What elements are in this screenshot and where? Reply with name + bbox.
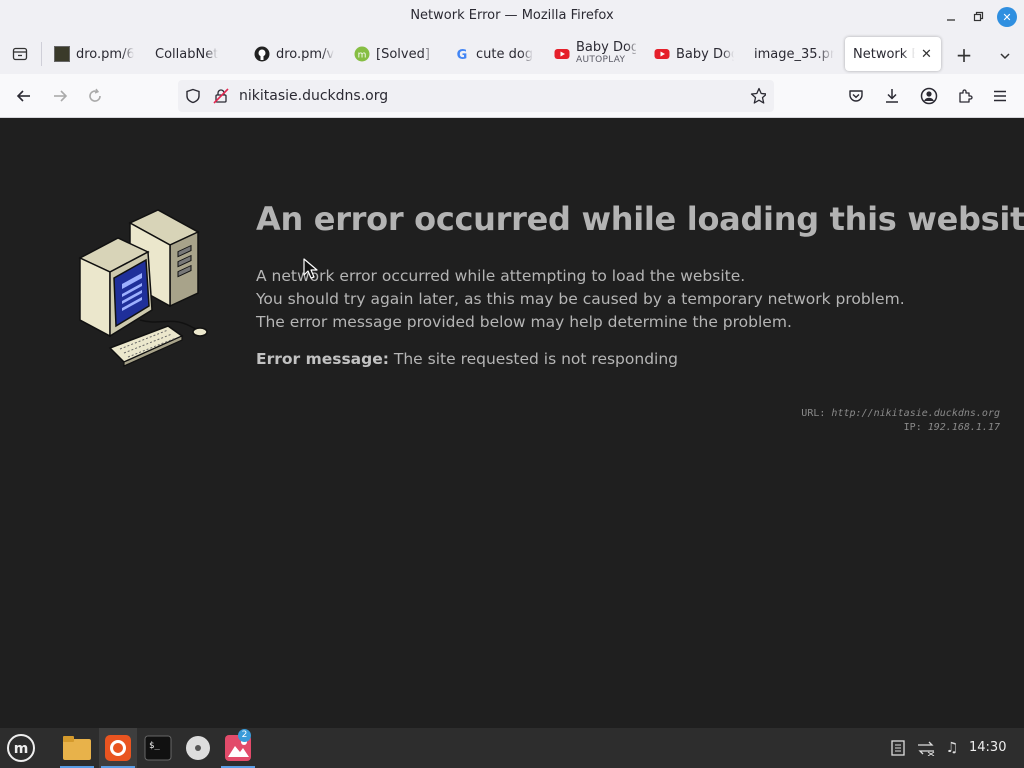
- google-favicon-icon: G: [454, 46, 470, 62]
- meta-ip-label: IP:: [903, 422, 922, 433]
- image-viewer-app-button[interactable]: 2: [219, 728, 257, 768]
- window-title: Network Error — Mozilla Firefox: [410, 8, 614, 23]
- svg-text:$_: $_: [149, 741, 160, 751]
- forward-arrow-icon[interactable]: [49, 85, 71, 107]
- extensions-icon[interactable]: [954, 85, 976, 107]
- page-content: An error occurred while loading this web…: [0, 118, 1024, 728]
- url-bar[interactable]: nikitasie.duckdns.org: [178, 80, 774, 112]
- files-app-button[interactable]: [58, 728, 96, 768]
- svg-text:G: G: [457, 48, 468, 62]
- svg-text:m: m: [358, 51, 367, 61]
- back-arrow-icon[interactable]: [13, 85, 35, 107]
- youtube-favicon-icon: [554, 46, 570, 62]
- notification-badge: 2: [238, 729, 251, 742]
- error-message-text: The site requested is not responding: [393, 350, 679, 368]
- url-text[interactable]: nikitasie.duckdns.org: [239, 88, 388, 104]
- mouse-cursor-icon: [303, 258, 319, 284]
- taskbar: m $_ 2 ♫ 14:30: [0, 728, 1024, 768]
- tab-dro-pm-6[interactable]: dro.pm/6: [54, 37, 134, 71]
- youtube-favicon-icon: [654, 46, 670, 62]
- clock[interactable]: 14:30: [969, 740, 1006, 755]
- hamburger-menu-icon[interactable]: [989, 85, 1011, 107]
- tab-image-35[interactable]: image_35.pn: [754, 37, 834, 71]
- shield-icon[interactable]: [185, 88, 201, 104]
- maximize-icon[interactable]: [968, 7, 988, 27]
- pocket-icon[interactable]: [845, 85, 867, 107]
- account-icon[interactable]: [918, 85, 940, 107]
- tab-dro-pm-v[interactable]: dro.pm/v: [254, 37, 334, 71]
- title-bar: Network Error — Mozilla Firefox ✕: [0, 0, 1024, 34]
- network-disconnected-icon[interactable]: [916, 738, 936, 758]
- error-title: An error occurred while loading this web…: [256, 200, 1024, 238]
- error-meta: URL: http://nikitasie.duckdns.org IP: 19…: [801, 407, 1000, 435]
- meta-url-label: URL:: [801, 408, 826, 419]
- meta-ip: 192.168.1.17: [927, 422, 1000, 433]
- new-tab-icon[interactable]: +: [952, 44, 976, 68]
- music-note-icon[interactable]: ♫: [942, 738, 962, 758]
- error-description-line: A network error occurred while attemptin…: [256, 267, 746, 285]
- tab-baby-dog[interactable]: Baby Dog: [654, 37, 734, 71]
- close-window-icon[interactable]: ✕: [997, 7, 1017, 27]
- linuxmint-favicon-icon: m: [354, 46, 370, 62]
- close-tab-icon[interactable]: ✕: [921, 47, 932, 62]
- download-icon[interactable]: [881, 85, 903, 107]
- tab-solved[interactable]: m [Solved] I: [354, 37, 434, 71]
- error-description-line: You should try again later, as this may …: [256, 290, 905, 308]
- tab-network-error[interactable]: Network E ✕: [845, 37, 941, 71]
- minimize-icon[interactable]: [941, 7, 961, 27]
- terminal-favicon-icon: [54, 46, 70, 62]
- firefox-view-icon[interactable]: [8, 42, 32, 66]
- bookmark-star-icon[interactable]: [750, 87, 766, 104]
- tab-collabnet[interactable]: CollabNet: [155, 37, 235, 71]
- notes-tray-icon[interactable]: [888, 738, 908, 758]
- firefox-app-button[interactable]: [99, 728, 137, 768]
- error-description-line: The error message provided below may hel…: [256, 313, 792, 331]
- error-message-label: Error message:: [256, 350, 389, 368]
- disc-app-button[interactable]: [179, 728, 217, 768]
- insecure-lock-icon[interactable]: [213, 88, 229, 104]
- github-favicon-icon: [254, 46, 270, 62]
- tab-strip: dro.pm/6 CollabNet dro.pm/v m [Solved] I…: [0, 34, 1024, 74]
- tab-separator: [41, 42, 42, 66]
- terminal-app-button[interactable]: $_: [139, 728, 177, 768]
- reload-icon[interactable]: [84, 85, 106, 107]
- error-message: Error message: The site requested is not…: [256, 350, 678, 368]
- svg-text:m: m: [14, 741, 29, 757]
- start-menu-button[interactable]: m: [2, 728, 40, 768]
- error-description: A network error occurred while attemptin…: [256, 265, 905, 334]
- tab-cute-dog[interactable]: G cute dog: [454, 37, 534, 71]
- tab-baby-dog-autoplay[interactable]: Baby Dog AUTOPLAY: [554, 37, 636, 71]
- meta-url: http://nikitasie.duckdns.org: [831, 408, 1000, 419]
- chevron-down-icon[interactable]: [993, 44, 1017, 68]
- navigation-bar: nikitasie.duckdns.org: [0, 74, 1024, 118]
- retro-computer-illustration: [70, 208, 210, 382]
